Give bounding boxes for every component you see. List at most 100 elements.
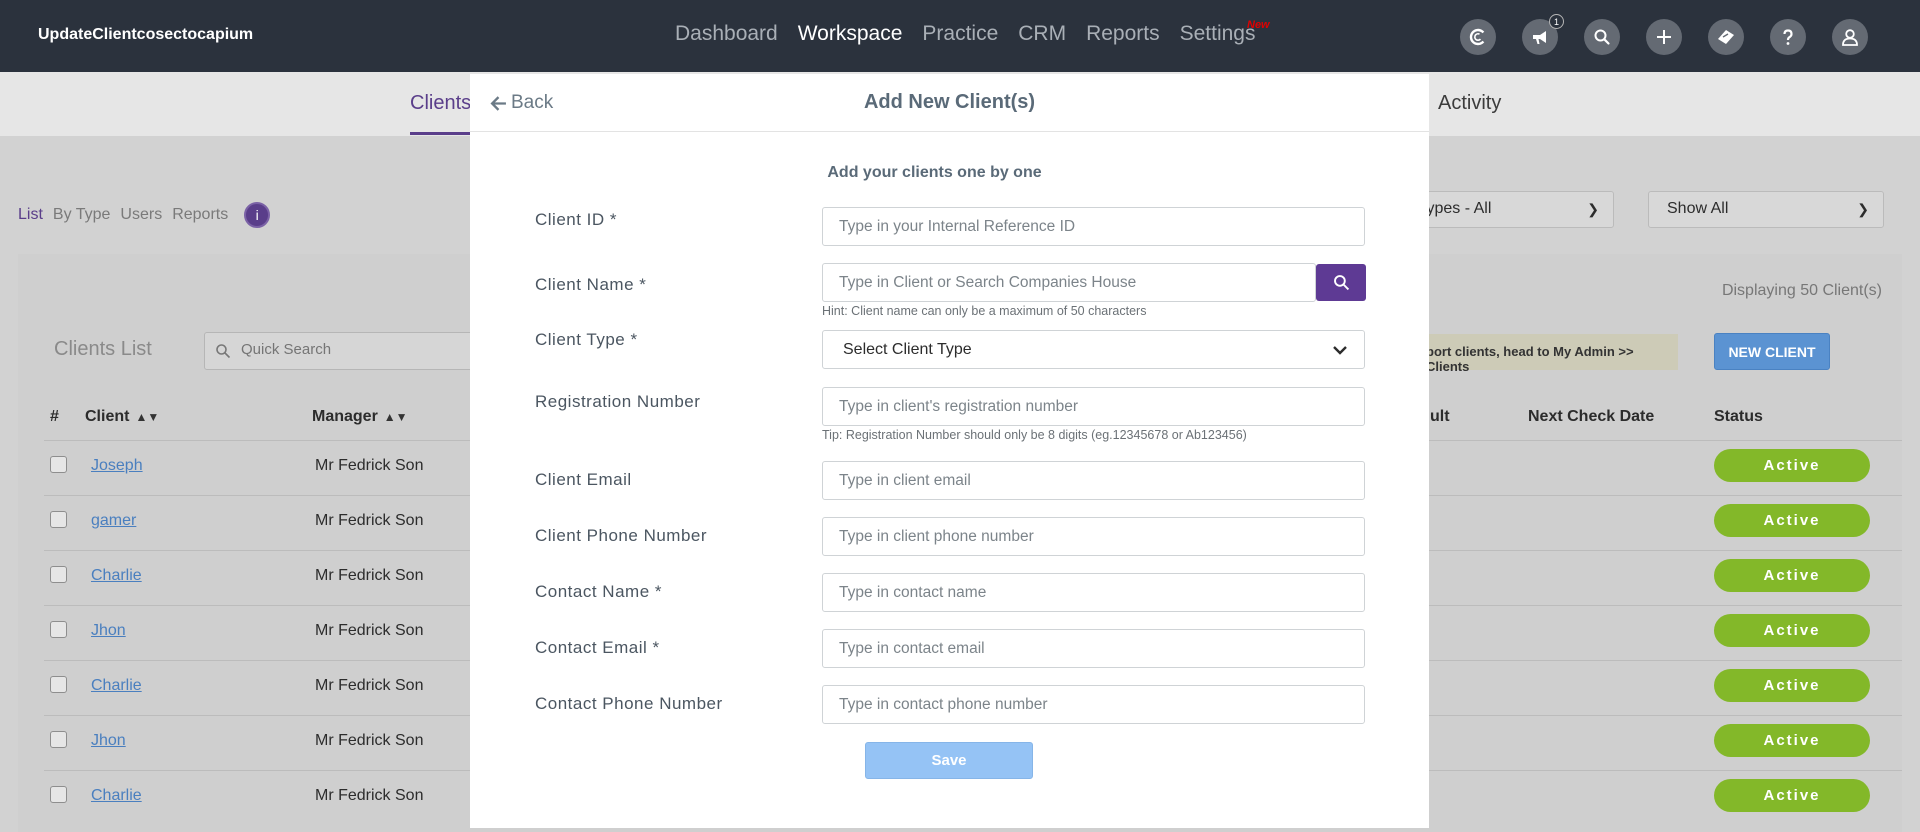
client-email-label: Client Email [535,470,632,489]
client-link[interactable]: gamer [91,512,136,530]
capium-logo-icon[interactable] [1460,19,1496,55]
tickets-button[interactable] [1708,19,1744,55]
manager-name: Mr Fedrick Son [315,567,424,584]
quick-search-input[interactable] [241,341,481,358]
main-menu: Dashboard Workspace Practice CRM Reports… [675,19,1270,46]
status-badge: Active [1714,669,1870,702]
user-icon [1842,29,1858,46]
user-menu-button[interactable] [1832,19,1868,55]
client-link[interactable]: Charlie [91,567,142,585]
col-num: # [50,408,59,425]
client-type-label: Client Type * [535,330,638,349]
search-icon [1594,29,1610,45]
registration-number-tip: Tip: Registration Number should only be … [822,428,1247,442]
col-ult: ult [1430,408,1450,425]
sort-icon[interactable]: ▲▼ [135,410,159,424]
client-link[interactable]: Joseph [91,457,143,475]
status-badge: Active [1714,724,1870,757]
search-icon [1333,275,1349,291]
row-checkbox[interactable] [50,676,67,693]
client-id-field[interactable] [822,207,1365,246]
client-link[interactable]: Charlie [91,677,142,695]
col-manager-label: Manager [312,408,378,425]
row-checkbox[interactable] [50,511,67,528]
megaphone-icon [1533,31,1546,44]
client-phone-field[interactable] [822,517,1365,556]
view-tab-users[interactable]: Users [120,206,162,224]
clients-list-title: Clients List [54,338,152,360]
client-link[interactable]: Jhon [91,732,126,750]
save-button[interactable]: Save [865,742,1033,779]
back-button[interactable]: Back [490,92,553,114]
modal-header: Add New Client(s) Back [470,74,1429,132]
info-icon[interactable]: i [244,202,271,228]
show-filter-value: Show All [1667,200,1729,217]
contact-phone-field[interactable] [822,685,1365,724]
status-badge: Active [1714,779,1870,812]
view-tabs: List By Type Users Reports i [18,202,271,228]
row-checkbox[interactable] [50,786,67,803]
client-email-field[interactable] [822,461,1365,500]
client-name-field[interactable] [822,263,1316,302]
status-badge: Active [1714,614,1870,647]
new-client-button[interactable]: NEW CLIENT [1714,333,1830,370]
back-label: Back [511,92,554,113]
client-type-select[interactable]: Select Client Type [822,330,1365,369]
add-button[interactable] [1646,19,1682,55]
sort-icon[interactable]: ▲▼ [384,410,408,424]
manager-name: Mr Fedrick Son [315,677,424,694]
nav-practice[interactable]: Practice [922,22,998,46]
companies-house-search-button[interactable] [1316,264,1366,301]
nav-crm[interactable]: CRM [1018,22,1066,46]
nav-dashboard[interactable]: Dashboard [675,22,778,46]
contact-email-label: Contact Email * [535,638,660,657]
view-tab-reports[interactable]: Reports [172,206,228,224]
registration-number-field[interactable] [822,387,1365,426]
nav-reports[interactable]: Reports [1086,22,1160,46]
view-tab-by-type[interactable]: By Type [53,206,111,224]
quick-search[interactable] [204,332,494,370]
announcements-button[interactable]: 1 [1522,14,1564,55]
tab-activity[interactable]: Activity [1438,92,1501,115]
show-filter[interactable]: Show All ❯ [1648,191,1884,228]
import-note: port clients, head to My Admin >> Client… [1396,334,1678,374]
col-client[interactable]: Client ▲▼ [85,408,159,426]
arrow-left-icon [490,95,506,111]
row-checkbox[interactable] [50,621,67,638]
client-phone-label: Client Phone Number [535,526,708,545]
search-icon [216,344,231,359]
nav-workspace[interactable]: Workspace [798,22,903,46]
chevron-down-icon [1333,346,1347,355]
nav-settings[interactable]: Settings [1180,22,1256,46]
contact-name-field[interactable] [822,573,1365,612]
contact-email-field[interactable] [822,629,1365,668]
client-type-value: Select Client Type [843,341,972,358]
client-name-hint: Hint: Client name can only be a maximum … [822,304,1147,318]
col-next-check-date: Next Check Date [1528,408,1655,425]
help-button[interactable] [1770,19,1806,55]
row-checkbox[interactable] [50,731,67,748]
top-nav: UpdateClientcosectocapium Dashboard Work… [0,0,1920,72]
notification-count: 1 [1549,14,1564,29]
plus-icon [1657,30,1671,44]
manager-name: Mr Fedrick Son [315,787,424,804]
app-title: UpdateClientcosectocapium [38,26,254,43]
manager-name: Mr Fedrick Son [315,732,424,749]
client-link[interactable]: Jhon [91,622,126,640]
col-client-label: Client [85,408,130,425]
ticket-icon [1718,30,1734,44]
manager-name: Mr Fedrick Son [315,512,424,529]
status-badge: Active [1714,504,1870,537]
row-checkbox[interactable] [50,566,67,583]
new-badge: New [1247,19,1270,31]
global-search-button[interactable] [1584,19,1620,55]
manager-name: Mr Fedrick Son [315,457,424,474]
col-manager[interactable]: Manager ▲▼ [312,408,408,426]
chevron-down-icon: ❯ [1587,201,1599,217]
chevron-down-icon: ❯ [1857,201,1869,217]
client-name-label: Client Name * [535,275,647,294]
view-tab-list[interactable]: List [18,206,43,224]
row-checkbox[interactable] [50,456,67,473]
client-link[interactable]: Charlie [91,787,142,805]
tab-clients[interactable]: Clients [410,92,471,115]
